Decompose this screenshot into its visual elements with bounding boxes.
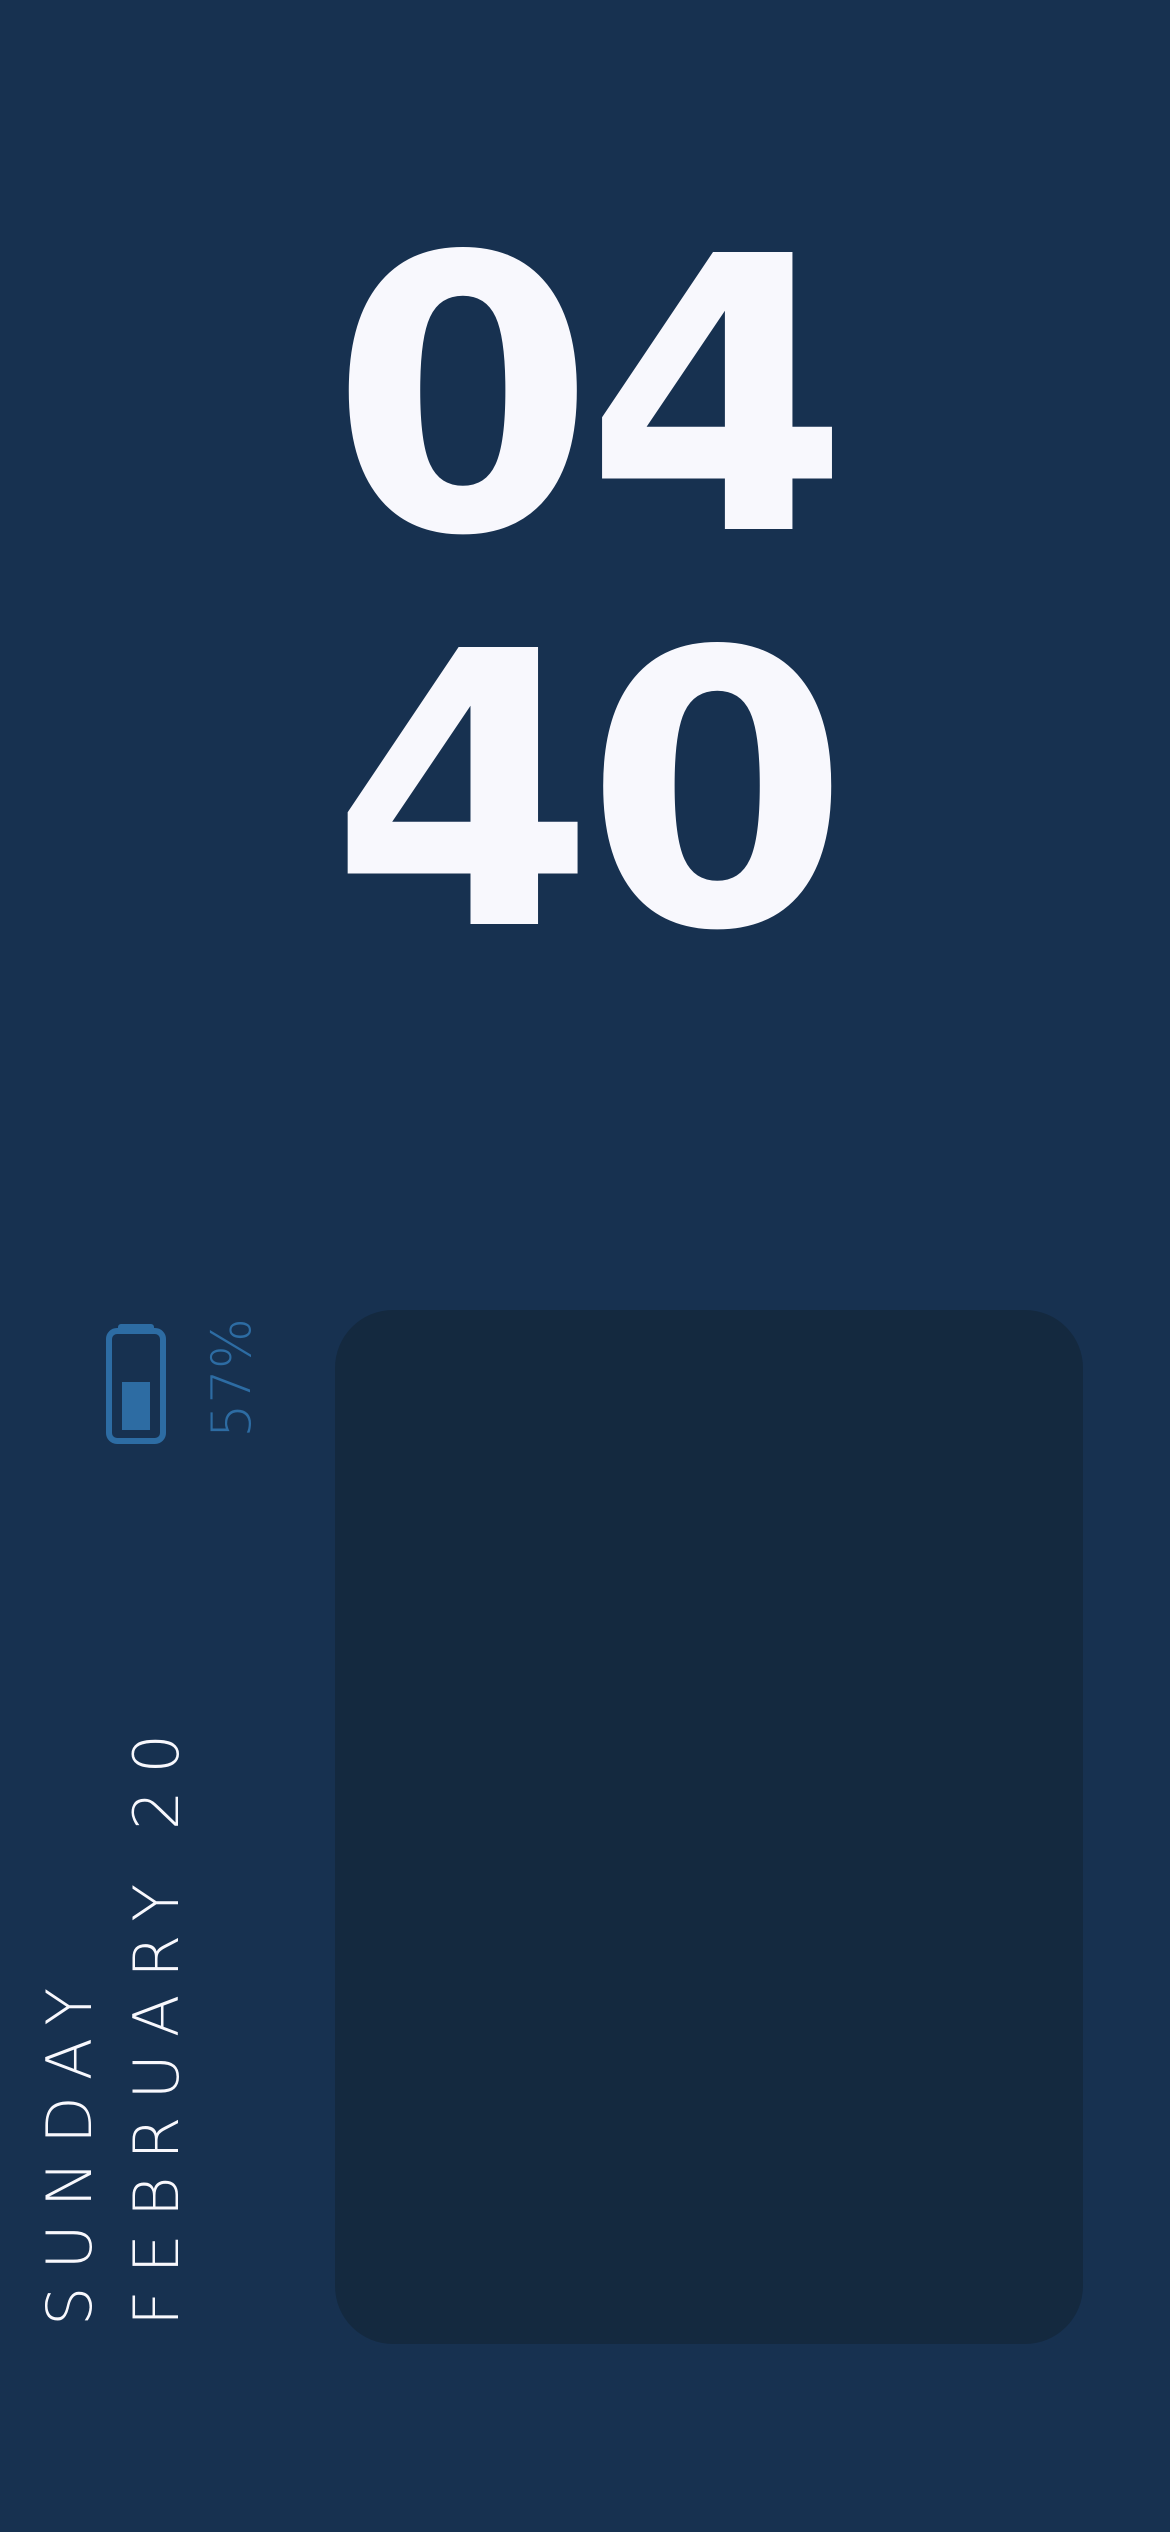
clock: 04 40 <box>0 200 1170 990</box>
battery-percent: 57% <box>200 1317 263 1439</box>
lock-screen: 04 40 57% SUNDAY FEBRUARY 20 <box>0 0 1170 2532</box>
date-month-day: FEBRUARY 20 <box>120 1717 193 2326</box>
widget-panel[interactable] <box>335 1310 1083 2344</box>
clock-minutes: 40 <box>330 571 850 1014</box>
clock-hours: 04 <box>330 176 850 619</box>
battery-icon <box>106 1324 166 1444</box>
date-weekday: SUNDAY <box>33 1970 106 2326</box>
